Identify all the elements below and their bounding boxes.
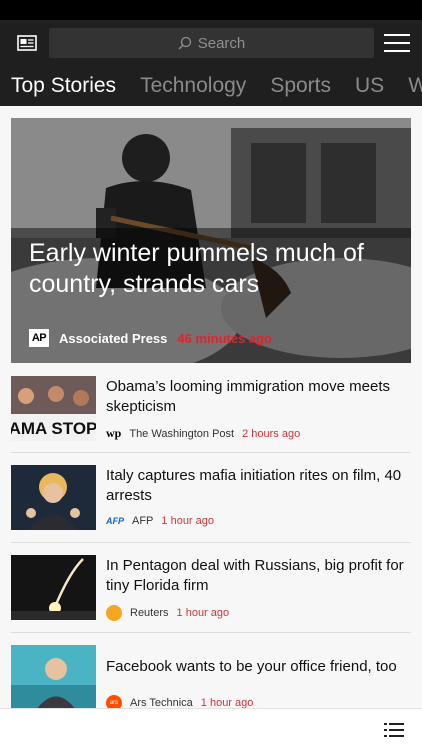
divider	[11, 632, 411, 633]
search-icon	[178, 36, 191, 50]
hero-source-name: Associated Press	[59, 330, 168, 346]
thumbnail-sign-text: AMA STOP	[11, 419, 96, 438]
category-tabs: Top Stories Technology Sports US World	[0, 66, 422, 106]
article-timestamp: 2 hours ago	[242, 427, 301, 440]
article-item[interactable]: Italy captures mafia initiation rites on…	[11, 465, 411, 545]
article-timestamp: 1 hour ago	[161, 515, 215, 527]
tab-technology[interactable]: Technology	[140, 74, 246, 98]
article-timestamp: 1 hour ago	[176, 607, 230, 619]
article-thumbnail: AMA STOP	[11, 376, 96, 441]
article-item[interactable]: Facebook wants to be your office friend,…	[11, 645, 411, 708]
article-headline: Facebook wants to be your office friend,…	[106, 658, 397, 675]
tab-world[interactable]: World	[408, 74, 422, 98]
status-bar	[0, 0, 422, 20]
article-headline: Obama’s looming immigration move meets s…	[106, 378, 390, 415]
article-meta: Reuters 1 hour ago	[106, 605, 229, 621]
reuters-logo-icon	[106, 605, 122, 621]
hamburger-menu-icon[interactable]	[384, 32, 410, 54]
article-timestamp: 1 hour ago	[200, 697, 254, 708]
washington-post-logo-icon: wp	[106, 426, 122, 440]
article-meta: ars Ars Technica 1 hour ago	[106, 695, 253, 708]
divider	[11, 452, 411, 453]
tab-us[interactable]: US	[355, 74, 384, 98]
top-bar: Search	[0, 20, 422, 66]
bottom-app-bar	[0, 708, 422, 750]
afp-logo-icon: AFP	[106, 516, 124, 526]
article-item[interactable]: AMA STOP Obama’s looming immigration mov…	[11, 376, 411, 456]
article-thumbnail	[11, 465, 96, 530]
ap-logo-icon: AP	[29, 329, 49, 347]
divider	[11, 542, 411, 543]
article-headline: In Pentagon deal with Russians, big prof…	[106, 557, 404, 594]
search-input[interactable]: Search	[49, 28, 374, 58]
hero-timestamp: 46 minutes ago	[177, 330, 273, 346]
article-thumbnail	[11, 645, 96, 708]
list-view-icon[interactable]	[384, 722, 404, 738]
article-source: Ars Technica	[130, 697, 193, 708]
hero-story-card[interactable]: Early winter pummels much of country, st…	[11, 118, 411, 363]
article-source: AFP	[132, 515, 154, 527]
article-meta: AFP AFP 1 hour ago	[106, 515, 214, 527]
article-headline: Italy captures mafia initiation rites on…	[106, 467, 402, 504]
hero-source-row: AP Associated Press 46 minutes ago	[29, 329, 272, 347]
ars-technica-logo-icon: ars	[106, 695, 122, 708]
news-app-icon[interactable]	[16, 34, 38, 52]
hero-headline: Early winter pummels much of country, st…	[29, 239, 364, 298]
article-item[interactable]: In Pentagon deal with Russians, big prof…	[11, 555, 411, 635]
news-feed[interactable]: Early winter pummels much of country, st…	[0, 106, 422, 708]
article-source: The Washington Post	[129, 427, 235, 440]
tab-sports[interactable]: Sports	[270, 74, 331, 98]
article-meta: wp The Washington Post 2 hours ago	[106, 426, 300, 441]
search-placeholder: Search	[197, 34, 246, 52]
tab-top-stories[interactable]: Top Stories	[11, 74, 116, 98]
article-source: Reuters	[130, 607, 169, 619]
article-thumbnail	[11, 555, 96, 620]
